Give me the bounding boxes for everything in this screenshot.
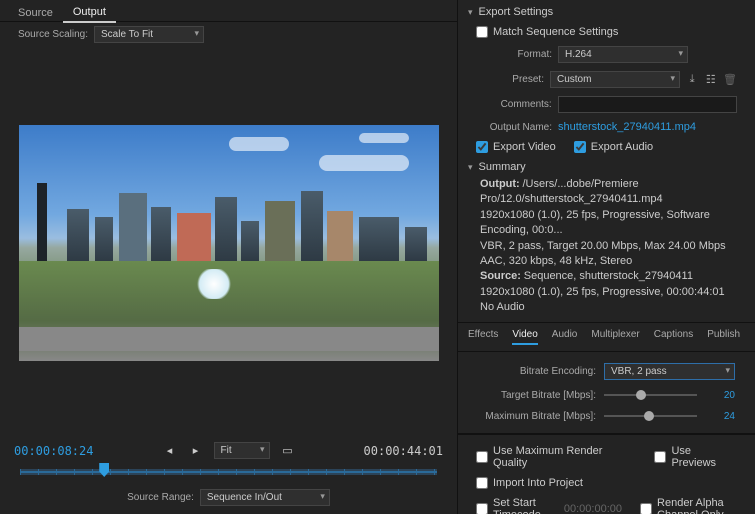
- export-settings-title: Export Settings: [479, 6, 554, 18]
- format-select[interactable]: H.264: [558, 46, 688, 63]
- use-max-render-checkbox[interactable]: [476, 451, 488, 463]
- set-start-timecode-value: 00:00:00:00: [564, 503, 622, 514]
- step-back-icon[interactable]: ◂: [162, 444, 178, 458]
- timeline-scrubber[interactable]: [20, 463, 437, 481]
- tab-source[interactable]: Source: [8, 4, 63, 22]
- match-sequence-label: Match Sequence Settings: [493, 26, 618, 38]
- summary-source-label: Source:: [480, 270, 521, 282]
- set-start-timecode-label: Set Start Timecode: [493, 497, 546, 514]
- summary-title: Summary: [479, 161, 526, 173]
- preset-select[interactable]: Custom: [550, 71, 680, 88]
- source-scaling-select[interactable]: Scale To Fit: [94, 26, 204, 43]
- export-audio-checkbox[interactable]: [574, 141, 586, 153]
- preset-label: Preset:: [476, 74, 544, 85]
- target-bitrate-label: Target Bitrate [Mbps]:: [478, 390, 596, 401]
- max-bitrate-value[interactable]: 24: [705, 411, 735, 422]
- chevron-down-icon[interactable]: ▾: [468, 7, 473, 18]
- tab-audio[interactable]: Audio: [552, 329, 578, 345]
- source-range-select[interactable]: Sequence In/Out: [200, 489, 330, 506]
- source-range-label: Source Range:: [127, 492, 194, 503]
- duration-timecode: 00:00:44:01: [364, 444, 443, 458]
- render-alpha-checkbox[interactable]: [640, 503, 652, 514]
- export-video-label: Export Video: [493, 141, 556, 153]
- video-preview[interactable]: [19, 125, 439, 361]
- bitrate-encoding-label: Bitrate Encoding:: [478, 366, 596, 377]
- tab-video[interactable]: Video: [512, 329, 537, 345]
- tab-captions[interactable]: Captions: [654, 329, 693, 345]
- comments-input[interactable]: [558, 96, 737, 113]
- summary-output-text: /Users/...dobe/Premiere Pro/12.0/shutter…: [480, 178, 726, 267]
- chevron-down-icon[interactable]: ▾: [468, 162, 473, 173]
- format-label: Format:: [476, 49, 552, 60]
- export-audio-label: Export Audio: [591, 141, 653, 153]
- crop-icon[interactable]: ▭: [280, 444, 296, 458]
- tab-effects[interactable]: Effects: [468, 329, 498, 345]
- tab-output[interactable]: Output: [63, 3, 116, 23]
- delete-preset-icon: 🗑: [723, 74, 737, 86]
- target-bitrate-value[interactable]: 20: [705, 390, 735, 401]
- tab-multiplexer[interactable]: Multiplexer: [591, 329, 639, 345]
- output-name-label: Output Name:: [476, 122, 552, 133]
- set-start-timecode-checkbox[interactable]: [476, 503, 488, 514]
- tab-publish[interactable]: Publish: [707, 329, 740, 345]
- import-preset-icon[interactable]: ☷: [705, 74, 718, 86]
- save-preset-icon[interactable]: ⤓: [686, 74, 699, 86]
- use-previews-label: Use Previews: [671, 445, 737, 469]
- zoom-fit-select[interactable]: Fit: [214, 442, 270, 459]
- target-bitrate-slider[interactable]: [604, 394, 697, 396]
- max-bitrate-slider[interactable]: [604, 415, 697, 417]
- play-icon[interactable]: ▸: [188, 444, 204, 458]
- max-bitrate-label: Maximum Bitrate [Mbps]:: [478, 411, 596, 422]
- render-alpha-label: Render Alpha Channel Only: [657, 497, 737, 514]
- source-scaling-label: Source Scaling:: [8, 29, 88, 40]
- bitrate-encoding-select[interactable]: VBR, 2 pass: [604, 363, 735, 380]
- summary-output-label: Output:: [480, 178, 520, 190]
- output-name-link[interactable]: shutterstock_27940411.mp4: [558, 121, 696, 133]
- export-video-checkbox[interactable]: [476, 141, 488, 153]
- comments-label: Comments:: [476, 99, 552, 110]
- use-max-render-label: Use Maximum Render Quality: [493, 445, 636, 469]
- match-sequence-checkbox[interactable]: [476, 26, 488, 38]
- current-timecode[interactable]: 00:00:08:24: [14, 444, 93, 458]
- import-into-project-label: Import Into Project: [493, 477, 583, 489]
- use-previews-checkbox[interactable]: [654, 451, 666, 463]
- import-into-project-checkbox[interactable]: [476, 477, 488, 489]
